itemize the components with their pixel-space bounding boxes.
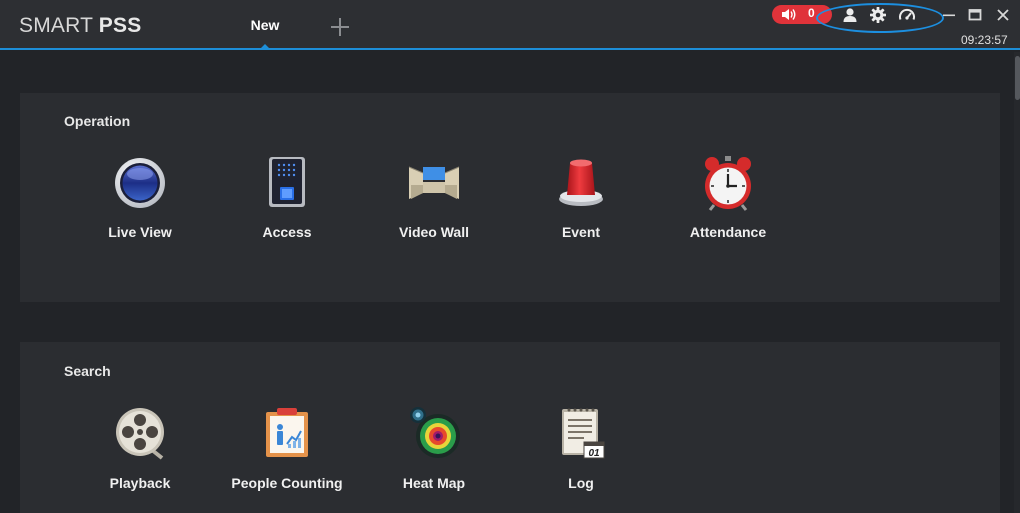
- video-wall-icon: [408, 166, 460, 199]
- add-tab-button[interactable]: [326, 13, 354, 41]
- attendance-label: Attendance: [689, 224, 767, 240]
- search-panel: Search Playback People Counting Heat Map…: [20, 342, 1000, 513]
- clock: 09:23:57: [961, 33, 1008, 47]
- playback-icon: [116, 408, 164, 460]
- minimize-icon[interactable]: [940, 6, 958, 24]
- video-wall-label: Video Wall: [398, 224, 469, 240]
- tab-new[interactable]: New: [236, 0, 294, 48]
- operation-panel: Operation Live View Access Video Wall Ev…: [20, 93, 1000, 302]
- logo-text-bold: PSS: [98, 14, 142, 37]
- event-label: Event: [561, 224, 601, 240]
- event-button[interactable]: Event: [511, 155, 651, 255]
- app-logo: SMART PSS: [19, 14, 141, 38]
- log-button[interactable]: 01 Log: [511, 406, 651, 506]
- people-counting-label: People Counting: [231, 475, 343, 491]
- live-view-icon: [115, 158, 165, 208]
- log-icon: 01: [562, 408, 605, 459]
- highlight-annotation: [816, 3, 944, 33]
- attendance-button[interactable]: Attendance: [658, 155, 798, 255]
- logo-text-light: SMART: [19, 14, 93, 37]
- event-icon: [559, 159, 603, 206]
- title-bar: SMART PSS New 0 09:23:57: [0, 0, 1020, 50]
- people-counting-icon: [266, 408, 308, 457]
- close-icon[interactable]: [994, 6, 1012, 24]
- attendance-icon: [705, 156, 751, 211]
- active-tab-indicator: [261, 44, 269, 48]
- heat-map-label: Heat Map: [402, 475, 466, 491]
- scrollbar-thumb[interactable]: [1015, 56, 1020, 100]
- alarm-count: 0: [808, 6, 815, 20]
- heat-map-button[interactable]: Heat Map: [364, 406, 504, 506]
- section-title-search: Search: [64, 363, 111, 379]
- maximize-icon[interactable]: [966, 6, 984, 24]
- access-button[interactable]: Access: [217, 155, 357, 255]
- access-icon: [269, 157, 305, 207]
- live-view-button[interactable]: Live View: [70, 155, 210, 255]
- playback-label: Playback: [109, 475, 171, 491]
- live-view-label: Live View: [108, 224, 172, 240]
- section-title-operation: Operation: [64, 113, 131, 129]
- log-badge-text: 01: [588, 448, 600, 459]
- heat-map-icon: [410, 407, 460, 458]
- access-label: Access: [262, 224, 312, 240]
- people-counting-button[interactable]: People Counting: [217, 406, 357, 506]
- video-wall-button[interactable]: Video Wall: [364, 155, 504, 255]
- playback-button[interactable]: Playback: [70, 406, 210, 506]
- log-label: Log: [568, 475, 594, 491]
- scrollbar[interactable]: [1014, 52, 1020, 513]
- speaker-icon: [782, 9, 796, 20]
